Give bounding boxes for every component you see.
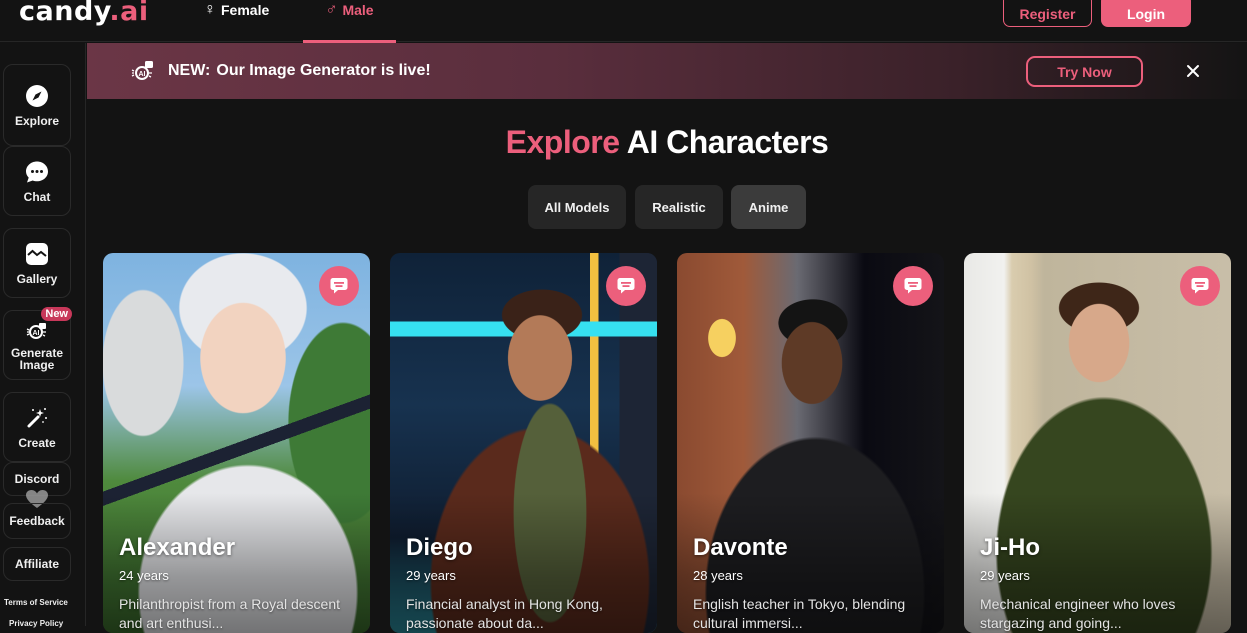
sidebar-item-generate-image[interactable]: New AI Generate Image bbox=[3, 307, 72, 380]
character-name: Alexander bbox=[119, 534, 236, 561]
compass-icon bbox=[25, 84, 49, 108]
sidebar-item-explore[interactable]: Explore bbox=[3, 64, 71, 146]
sidebar-item-feedback[interactable]: Feedback bbox=[3, 503, 71, 539]
sidebar-item-label: Chat bbox=[23, 189, 51, 204]
login-button[interactable]: Login bbox=[1101, 0, 1191, 27]
character-name: Diego bbox=[406, 534, 473, 561]
message-icon bbox=[330, 278, 348, 294]
start-chat-button[interactable] bbox=[319, 266, 359, 306]
magic-wand-icon bbox=[25, 406, 49, 430]
female-icon: ♀ bbox=[204, 1, 216, 18]
character-card-ji-ho[interactable]: Ji-Ho 29 years Mechanical engineer who l… bbox=[964, 253, 1231, 633]
character-card-diego[interactable]: Diego 29 years Financial analyst in Hong… bbox=[390, 253, 657, 633]
character-card-davonte[interactable]: Davonte 28 years English teacher in Toky… bbox=[677, 253, 944, 633]
ai-image-icon: AI bbox=[25, 319, 49, 343]
sidebar-item-label: Discord bbox=[14, 472, 60, 486]
try-now-button[interactable]: Try Now bbox=[1026, 56, 1143, 87]
title-accent: Explore bbox=[505, 124, 620, 160]
character-description: Philanthropist from a Royal descent and … bbox=[119, 596, 340, 631]
register-button[interactable]: Register bbox=[1003, 0, 1092, 27]
sidebar-item-label: Create bbox=[18, 435, 56, 450]
start-chat-button[interactable] bbox=[893, 266, 933, 306]
svg-text:AI: AI bbox=[139, 71, 146, 78]
tab-male[interactable]: ♂ Male bbox=[303, 0, 396, 43]
top-bar: candy.ai ♀ Female ♂ Male Register Login bbox=[0, 0, 1247, 43]
sidebar-item-label: Explore bbox=[14, 113, 59, 128]
page-title: Explore AI Characters bbox=[87, 124, 1247, 161]
character-age: 29 years bbox=[406, 568, 456, 583]
sidebar-item-label: Affiliate bbox=[14, 557, 59, 571]
sidebar-item-gallery[interactable]: Gallery bbox=[3, 228, 71, 298]
banner-text: Our Image Generator is live! bbox=[216, 62, 431, 79]
character-description: Mechanical engineer who loves stargazing… bbox=[980, 596, 1176, 631]
sidebar-item-affiliate[interactable]: Affiliate bbox=[3, 547, 71, 581]
terms-of-service-link[interactable]: Terms of Service bbox=[4, 598, 68, 607]
filter-realistic[interactable]: Realistic bbox=[635, 185, 723, 229]
chat-bubble-icon bbox=[25, 160, 49, 184]
sidebar-item-create[interactable]: Create bbox=[3, 392, 71, 462]
logo-main: candy bbox=[19, 0, 110, 27]
banner-message: NEW: Our Image Generator is live! bbox=[168, 62, 431, 80]
male-icon: ♂ bbox=[325, 1, 338, 18]
close-icon bbox=[1187, 65, 1199, 77]
sidebar-item-label: Generate Image bbox=[10, 346, 64, 372]
tab-female-label: Female bbox=[221, 2, 270, 18]
image-icon bbox=[25, 242, 49, 266]
character-age: 28 years bbox=[693, 568, 743, 583]
ai-image-icon: AI bbox=[131, 61, 153, 80]
logo[interactable]: candy.ai bbox=[19, 0, 149, 27]
character-age: 29 years bbox=[980, 568, 1030, 583]
character-name: Ji-Ho bbox=[980, 534, 1040, 561]
tab-female[interactable]: ♀ Female bbox=[204, 0, 269, 42]
filter-all-models[interactable]: All Models bbox=[528, 185, 626, 229]
start-chat-button[interactable] bbox=[1180, 266, 1220, 306]
announcement-banner: AI NEW: Our Image Generator is live! Try … bbox=[87, 43, 1247, 99]
character-description: Financial analyst in Hong Kong, passiona… bbox=[406, 596, 603, 631]
logo-accent: .ai bbox=[109, 0, 149, 27]
new-badge: New bbox=[41, 307, 72, 321]
close-banner-button[interactable] bbox=[1182, 60, 1204, 82]
character-description: English teacher in Tokyo, blending cultu… bbox=[693, 596, 906, 631]
privacy-policy-link[interactable]: Privacy Policy bbox=[9, 619, 63, 628]
banner-prefix: NEW: bbox=[168, 62, 211, 79]
character-card-alexander[interactable]: Alexander 24 years Philanthropist from a… bbox=[103, 253, 370, 633]
sidebar-item-chat[interactable]: Chat bbox=[3, 146, 71, 216]
character-age: 24 years bbox=[119, 568, 169, 583]
sidebar-item-label: Gallery bbox=[16, 271, 58, 286]
message-icon bbox=[904, 278, 922, 294]
character-name: Davonte bbox=[693, 534, 788, 561]
tab-male-label: Male bbox=[342, 2, 374, 18]
title-rest: AI Characters bbox=[619, 124, 829, 160]
filter-anime[interactable]: Anime bbox=[731, 185, 806, 229]
message-icon bbox=[617, 278, 635, 294]
message-icon bbox=[1191, 278, 1209, 294]
start-chat-button[interactable] bbox=[606, 266, 646, 306]
sidebar: Explore Chat Gallery New AI Generate Ima… bbox=[0, 43, 86, 628]
svg-text:AI: AI bbox=[33, 330, 40, 337]
sidebar-item-label: Feedback bbox=[9, 514, 65, 528]
